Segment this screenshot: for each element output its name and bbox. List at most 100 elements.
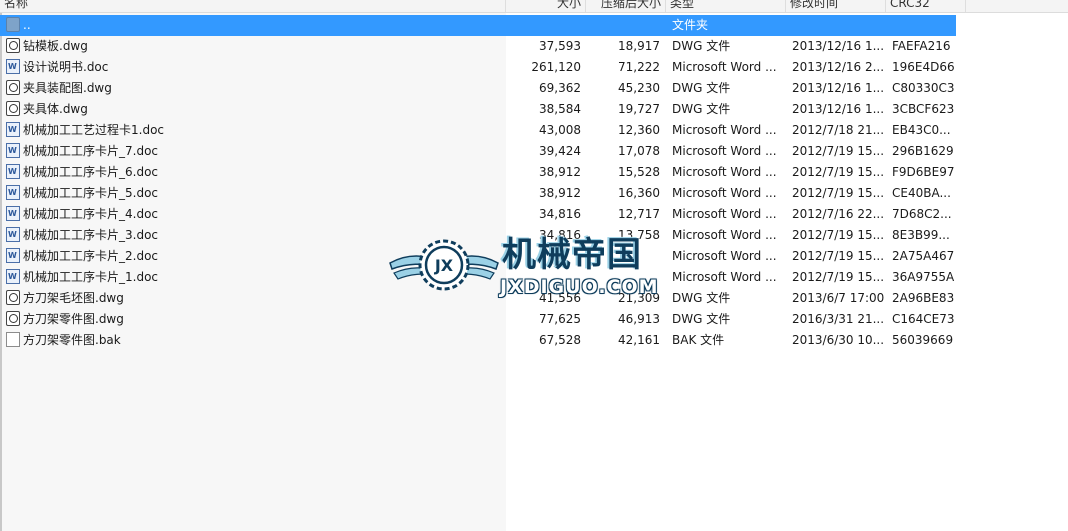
file-type: Microsoft Word ... [672, 186, 777, 200]
column-header-type[interactable]: 类型 [666, 0, 786, 12]
file-modified: 2012/7/19 15... [792, 186, 885, 200]
word-document-icon [6, 57, 20, 77]
file-size: 38,912 [539, 165, 581, 179]
file-row[interactable]: 夹具体.dwg 38,584 19,727 DWG 文件 2013/12/16 1...… [0, 99, 1068, 120]
word-document-icon [6, 183, 20, 203]
file-crc32: 196E4D66 [892, 60, 955, 74]
file-crc32: C164CE73 [892, 312, 955, 326]
file-packed-size: 71,222 [618, 60, 660, 74]
file-modified: 2013/12/16 1... [792, 102, 885, 116]
column-header-modified[interactable]: 修改时间 [786, 0, 886, 12]
column-header-crc32[interactable]: CRC32 [886, 0, 966, 12]
column-header-packed-size[interactable]: 压缩后大小 [586, 0, 666, 12]
file-crc32: CE40BA... [892, 186, 951, 200]
file-size: 38,584 [539, 102, 581, 116]
parent-folder-name: .. [23, 18, 31, 32]
file-name: 机械加工工序卡片_5.doc [23, 186, 159, 200]
watermark-title: 机械帝国 [502, 235, 642, 275]
word-document-icon [6, 141, 20, 161]
file-name-cell: 钻模板.dwg [6, 36, 502, 57]
file-name-cell: 设计说明书.doc [6, 57, 502, 78]
file-row[interactable]: 机械加工工艺过程卡1.doc 43,008 12,360 Microsoft Word… [0, 120, 1068, 141]
dwg-file-icon [6, 290, 20, 305]
file-name: 设计说明书.doc [23, 60, 109, 74]
file-crc32: 3CBCF623 [892, 102, 955, 116]
file-crc32: 8E3B99... [892, 228, 950, 242]
file-size: 67,528 [539, 333, 581, 347]
column-header-bar: 名称 大小 压缩后大小 类型 修改时间 CRC32 [0, 0, 1068, 13]
file-row[interactable]: 方刀架零件图.dwg 77,625 46,913 DWG 文件 2016/3/31 21… [0, 309, 1068, 330]
file-size: 261,120 [531, 60, 581, 74]
file-type: Microsoft Word ... [672, 270, 777, 284]
parent-folder-name-cell: .. [6, 15, 502, 36]
file-packed-size: 46,913 [618, 312, 660, 326]
file-name: 机械加工工艺过程卡1.doc [23, 123, 165, 137]
word-document-icon [6, 267, 20, 287]
file-row[interactable]: 钻模板.dwg 37,593 18,917 DWG 文件 2013/12/16 1...… [0, 36, 1068, 57]
file-crc32: EB43C0... [892, 123, 951, 137]
parent-folder-row[interactable]: .. 文件夹 [0, 15, 956, 36]
file-modified: 2013/12/16 2... [792, 60, 885, 74]
file-type: DWG 文件 [672, 312, 731, 326]
word-document-icon [6, 246, 20, 266]
file-modified: 2013/6/7 17:00 [792, 291, 885, 305]
file-name: 机械加工工序卡片_7.doc [23, 144, 159, 158]
word-document-icon [6, 162, 20, 182]
file-name-cell: 机械加工工序卡片_7.doc [6, 141, 502, 162]
generic-file-icon [6, 332, 20, 347]
column-header-size[interactable]: 大小 [506, 0, 586, 12]
file-type: Microsoft Word ... [672, 207, 777, 221]
file-name-cell: 方刀架零件图.dwg [6, 309, 502, 330]
gear-wings-logo-icon: JX [389, 239, 499, 291]
file-row[interactable]: 机械加工工序卡片_5.doc 38,912 16,360 Microsoft Word… [0, 183, 1068, 204]
file-size: 43,008 [539, 123, 581, 137]
file-modified: 2012/7/19 15... [792, 165, 885, 179]
file-size: 37,593 [539, 39, 581, 53]
file-type: DWG 文件 [672, 291, 731, 305]
file-name-cell: 机械加工工序卡片_6.doc [6, 162, 502, 183]
file-name-cell: 机械加工工序卡片_4.doc [6, 204, 502, 225]
file-name: 机械加工工序卡片_2.doc [23, 249, 159, 263]
dwg-file-icon [6, 101, 20, 116]
file-modified: 2013/12/16 1... [792, 39, 885, 53]
file-size: 77,625 [539, 312, 581, 326]
file-name-cell: 机械加工工序卡片_5.doc [6, 183, 502, 204]
file-size: 69,362 [539, 81, 581, 95]
file-modified: 2012/7/19 15... [792, 249, 885, 263]
file-type: Microsoft Word ... [672, 60, 777, 74]
file-name: 机械加工工序卡片_4.doc [23, 207, 159, 221]
dwg-file-icon [6, 38, 20, 53]
file-name-cell: 机械加工工艺过程卡1.doc [6, 120, 502, 141]
file-type: Microsoft Word ... [672, 249, 777, 263]
archive-file-list-window: 名称 大小 压缩后大小 类型 修改时间 CRC32 .. 文件夹 钻模板.dwg… [0, 0, 1068, 531]
word-document-icon [6, 204, 20, 224]
file-packed-size: 42,161 [618, 333, 660, 347]
file-modified: 2012/7/18 21... [792, 123, 885, 137]
file-name-cell: 夹具装配图.dwg [6, 78, 502, 99]
file-modified: 2012/7/19 15... [792, 270, 885, 284]
parent-folder-type: 文件夹 [672, 18, 709, 32]
file-packed-size: 16,360 [618, 186, 660, 200]
file-type: BAK 文件 [672, 333, 725, 347]
file-name: 机械加工工序卡片_1.doc [23, 270, 159, 284]
file-row[interactable]: 机械加工工序卡片_7.doc 39,424 17,078 Microsoft Word… [0, 141, 1068, 162]
file-row[interactable]: 设计说明书.doc 261,120 71,222 Microsoft Word ...… [0, 57, 1068, 78]
file-crc32: 7D68C2... [892, 207, 952, 221]
file-name: 夹具体.dwg [23, 102, 88, 116]
file-crc32: 2A75A467 [892, 249, 955, 263]
file-size: 39,424 [539, 144, 581, 158]
file-name: 机械加工工序卡片_6.doc [23, 165, 159, 179]
file-type: DWG 文件 [672, 81, 731, 95]
file-row[interactable]: 方刀架零件图.bak 67,528 42,161 BAK 文件 2013/6/30 10… [0, 330, 1068, 351]
file-packed-size: 12,717 [618, 207, 660, 221]
file-crc32: C80330C3 [892, 81, 955, 95]
file-size: 34,816 [539, 207, 581, 221]
column-header-name[interactable]: 名称 [0, 0, 506, 12]
file-row[interactable]: 机械加工工序卡片_6.doc 38,912 15,528 Microsoft Word… [0, 162, 1068, 183]
file-size: 38,912 [539, 186, 581, 200]
file-packed-size: 19,727 [618, 102, 660, 116]
file-modified: 2013/6/30 10... [792, 333, 885, 347]
file-row[interactable]: 机械加工工序卡片_4.doc 34,816 12,717 Microsoft Word… [0, 204, 1068, 225]
file-list: .. 文件夹 钻模板.dwg 37,593 18,917 DWG 文件 2013/12/… [0, 15, 1068, 351]
file-row[interactable]: 夹具装配图.dwg 69,362 45,230 DWG 文件 2013/12/16 1.… [0, 78, 1068, 99]
